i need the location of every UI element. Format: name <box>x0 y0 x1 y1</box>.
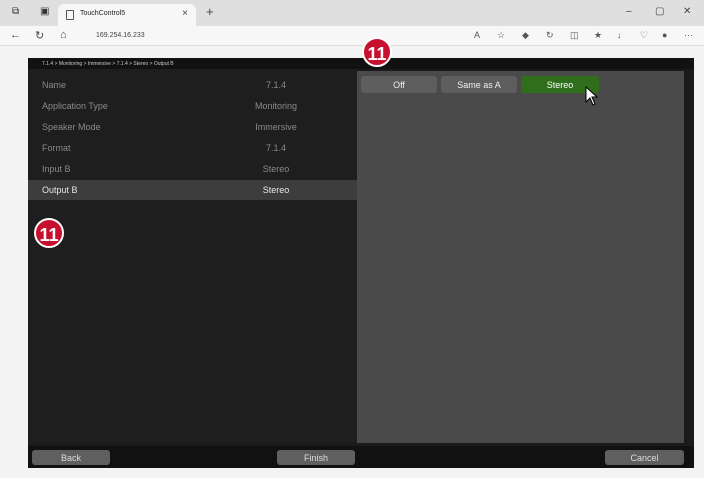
row-value: Monitoring <box>254 101 298 111</box>
finish-button[interactable]: Finish <box>277 450 355 465</box>
browser-essentials-icon[interactable]: ♡ <box>640 30 648 41</box>
refresh-icon[interactable]: ↻ <box>546 30 554 41</box>
option-panel: Off Same as A Stereo <box>357 71 684 443</box>
workspaces-icon[interactable]: ⧉ <box>12 6 19 17</box>
address-bar[interactable]: 169.254.16.233 <box>86 28 486 43</box>
breadcrumb: 7.1.4 > Monitoring > Immersive > 7.1.4 >… <box>28 58 694 69</box>
row-format[interactable]: Format 7.1.4 <box>28 138 357 158</box>
row-value: 7.1.4 <box>265 143 287 153</box>
row-input-b[interactable]: Input B Stereo <box>28 159 357 179</box>
address-toolbar: ← ↻ ⌂ 169.254.16.233 A ☆ ◆ ↻ ◫ ★ ↓ ♡ ● ·… <box>0 26 704 46</box>
row-label: Name <box>42 80 67 90</box>
profile-avatar-icon[interactable]: ● <box>662 30 667 40</box>
tab-title: TouchControl5 <box>80 10 126 17</box>
row-label: Output B <box>42 185 78 195</box>
mouse-pointer-icon <box>585 86 599 106</box>
callout-badge-top: 11 <box>362 37 392 67</box>
read-aloud-icon[interactable]: A <box>474 30 480 40</box>
extension-icon[interactable]: ◆ <box>522 30 529 41</box>
downloads-icon[interactable]: ↓ <box>617 30 622 40</box>
more-menu-icon[interactable]: ··· <box>684 30 693 40</box>
reload-icon[interactable]: ↻ <box>35 29 44 42</box>
option-same-as-a-button[interactable]: Same as A <box>441 76 517 93</box>
bottom-bar: Back Finish Cancel <box>28 446 694 468</box>
row-value: Stereo <box>262 164 290 174</box>
row-name[interactable]: Name 7.1.4 <box>28 75 357 95</box>
favorite-star-icon[interactable]: ☆ <box>497 30 505 41</box>
tab-actions-icon[interactable]: ▣ <box>40 6 49 17</box>
tab-touchcontrol[interactable]: TouchControl5 × <box>58 4 196 26</box>
row-speaker-mode[interactable]: Speaker Mode Immersive <box>28 117 357 137</box>
callout-badge-left: 11 <box>34 218 64 248</box>
row-label: Application Type <box>42 101 108 111</box>
row-value: Stereo <box>262 185 290 195</box>
maximize-button[interactable]: ▢ <box>655 6 664 17</box>
row-application-type[interactable]: Application Type Monitoring <box>28 96 357 116</box>
row-label: Speaker Mode <box>42 122 101 132</box>
row-label: Input B <box>42 164 71 174</box>
close-window-button[interactable]: ✕ <box>683 6 691 17</box>
page-icon <box>66 10 74 20</box>
row-output-b[interactable]: Output B Stereo <box>28 180 357 200</box>
browser-window: ⧉ ▣ TouchControl5 × + – ▢ ✕ ← ↻ ⌂ 169.25… <box>0 0 704 478</box>
tab-close-icon[interactable]: × <box>182 8 188 19</box>
option-off-button[interactable]: Off <box>361 76 437 93</box>
new-tab-button[interactable]: + <box>206 4 214 19</box>
favorites-icon[interactable]: ★ <box>594 30 602 41</box>
minimize-button[interactable]: – <box>626 6 632 17</box>
back-button[interactable]: Back <box>32 450 110 465</box>
tab-strip: ⧉ ▣ TouchControl5 × + – ▢ ✕ <box>0 0 704 26</box>
split-screen-icon[interactable]: ◫ <box>570 30 579 41</box>
row-value: Immersive <box>255 122 297 132</box>
row-value: 7.1.4 <box>265 80 287 90</box>
touchcontrol-app: 7.1.4 > Monitoring > Immersive > 7.1.4 >… <box>28 58 694 468</box>
back-icon[interactable]: ← <box>10 29 21 41</box>
row-label: Format <box>42 143 71 153</box>
home-icon[interactable]: ⌂ <box>60 29 67 41</box>
cancel-button[interactable]: Cancel <box>605 450 684 465</box>
settings-list: Name 7.1.4 Application Type Monitoring S… <box>28 69 357 443</box>
